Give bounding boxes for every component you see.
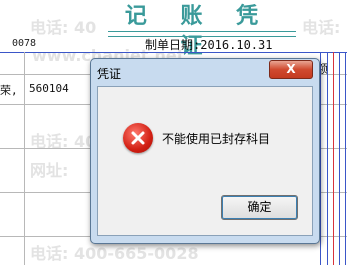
row-account-code: 560104 bbox=[29, 82, 69, 95]
row-summary: 荣, bbox=[0, 84, 18, 97]
watermark-phone: 电话: bbox=[302, 18, 341, 37]
watermark-phone: 电话: 40 bbox=[30, 18, 97, 37]
grid-column-line bbox=[333, 52, 334, 265]
grid-column-line bbox=[320, 52, 321, 265]
dialog-titlebar[interactable]: 凭证 X bbox=[91, 59, 319, 85]
error-message: 不能使用已封存科目 bbox=[162, 132, 271, 146]
ok-button[interactable]: 确定 bbox=[221, 195, 298, 220]
voucher-title: 记 账 凭 证 bbox=[124, 4, 272, 59]
voucher-number: 0078 bbox=[12, 38, 37, 49]
error-icon bbox=[123, 123, 153, 153]
watermark-url-label: 网址: bbox=[30, 161, 69, 180]
grid-column-line bbox=[327, 52, 328, 265]
grid-column-line bbox=[339, 52, 340, 265]
grid-column-line bbox=[24, 52, 25, 265]
grid-column-line bbox=[345, 52, 346, 265]
error-dialog: 凭证 X 不能使用已封存科目 确定 bbox=[90, 58, 320, 244]
close-button[interactable]: X bbox=[269, 60, 313, 79]
dialog-body: 不能使用已封存科目 确定 bbox=[97, 86, 313, 236]
grid-line bbox=[0, 52, 347, 53]
voucher-date: 制单日期:2016.10.31 bbox=[145, 38, 273, 52]
dialog-title: 凭证 bbox=[97, 67, 122, 81]
